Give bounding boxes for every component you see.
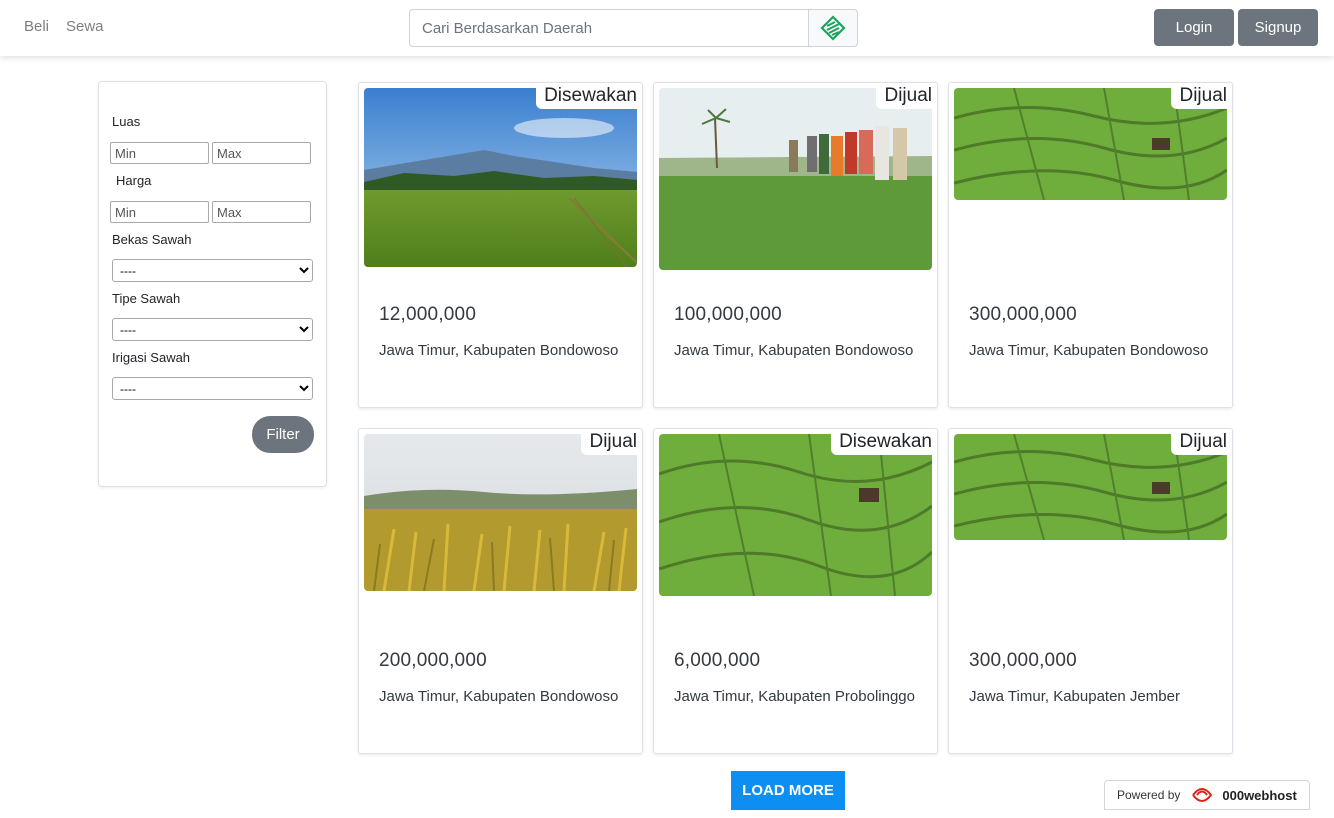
layers-search-icon — [820, 15, 846, 41]
listing-card[interactable]: Disewakan 12,000,000 Jawa Timur, Kabupat… — [358, 82, 643, 408]
luas-label: Luas — [112, 114, 141, 129]
listing-photo — [659, 434, 932, 596]
harga-max-input[interactable] — [212, 201, 311, 223]
listing-status-badge: Dijual — [1171, 83, 1227, 109]
navbar: Beli Sewa Login Signup — [0, 0, 1334, 56]
listing-price: 300,000,000 — [969, 650, 1077, 671]
nav-link-sewa[interactable]: Sewa — [66, 18, 104, 35]
listing-card[interactable]: Dijual 200,000,000 Jawa Timur, Kabupaten… — [358, 428, 643, 754]
listing-price: 300,000,000 — [969, 304, 1077, 325]
listing-price: 12,000,000 — [379, 304, 477, 325]
bekas-sawah-select[interactable]: ---- — [112, 259, 313, 282]
irigasi-sawah-select[interactable]: ---- — [112, 377, 313, 400]
listing-card[interactable]: Dijual 300,000,000 Jawa Timur, Kabupaten… — [948, 428, 1233, 754]
listing-location: Jawa Timur, Kabupaten Probolinggo — [674, 688, 915, 705]
listing-status-badge: Disewakan — [536, 83, 637, 109]
harga-min-input[interactable] — [110, 201, 209, 223]
listing-photo — [659, 88, 932, 270]
load-more-button[interactable]: LOAD MORE — [731, 771, 845, 810]
luas-max-input[interactable] — [212, 142, 311, 164]
search-button[interactable] — [808, 9, 858, 47]
listing-location: Jawa Timur, Kabupaten Bondowoso — [674, 342, 914, 359]
harga-label: Harga — [116, 173, 152, 188]
powered-by-brand: 000webhost — [1222, 787, 1297, 803]
tipe-sawah-select[interactable]: ---- — [112, 318, 313, 341]
listing-status-badge: Dijual — [876, 83, 932, 109]
irigasi-sawah-label: Irigasi Sawah — [112, 350, 191, 365]
luas-min-input[interactable] — [110, 142, 209, 164]
powered-by-text: Powered by — [1117, 788, 1181, 802]
listing-card[interactable]: Disewakan 6,000,000 Jawa Timur, Kabupate… — [653, 428, 938, 754]
powered-by-badge[interactable]: Powered by 000webhost — [1104, 780, 1310, 810]
nav-link-beli[interactable]: Beli — [24, 18, 49, 35]
listing-location: Jawa Timur, Kabupaten Bondowoso — [379, 342, 619, 359]
login-button[interactable]: Login — [1154, 9, 1234, 46]
tipe-sawah-label: Tipe Sawah — [112, 291, 181, 306]
listing-location: Jawa Timur, Kabupaten Bondowoso — [969, 342, 1209, 359]
filter-button[interactable]: Filter — [252, 416, 314, 453]
bekas-sawah-label: Bekas Sawah — [112, 232, 192, 247]
listing-status-badge: Disewakan — [831, 429, 932, 455]
search-input[interactable] — [409, 9, 809, 47]
listing-location: Jawa Timur, Kabupaten Jember — [969, 688, 1180, 705]
filter-sidebar: Luas Harga Bekas Sawah ---- Tipe Sawah -… — [98, 81, 327, 487]
webhost-logo-icon — [1192, 788, 1213, 802]
listing-price: 100,000,000 — [674, 304, 782, 325]
listing-photo — [364, 434, 637, 591]
listing-price: 200,000,000 — [379, 650, 487, 671]
listing-status-badge: Dijual — [581, 429, 637, 455]
signup-button[interactable]: Signup — [1238, 9, 1318, 46]
listing-card[interactable]: Dijual 100,000,000 Jawa Timur, Kabupaten… — [653, 82, 938, 408]
listing-photo — [364, 88, 637, 267]
listing-status-badge: Dijual — [1171, 429, 1227, 455]
listing-location: Jawa Timur, Kabupaten Bondowoso — [379, 688, 619, 705]
listing-card[interactable]: Dijual 300,000,000 Jawa Timur, Kabupaten… — [948, 82, 1233, 408]
listing-price: 6,000,000 — [674, 650, 761, 671]
